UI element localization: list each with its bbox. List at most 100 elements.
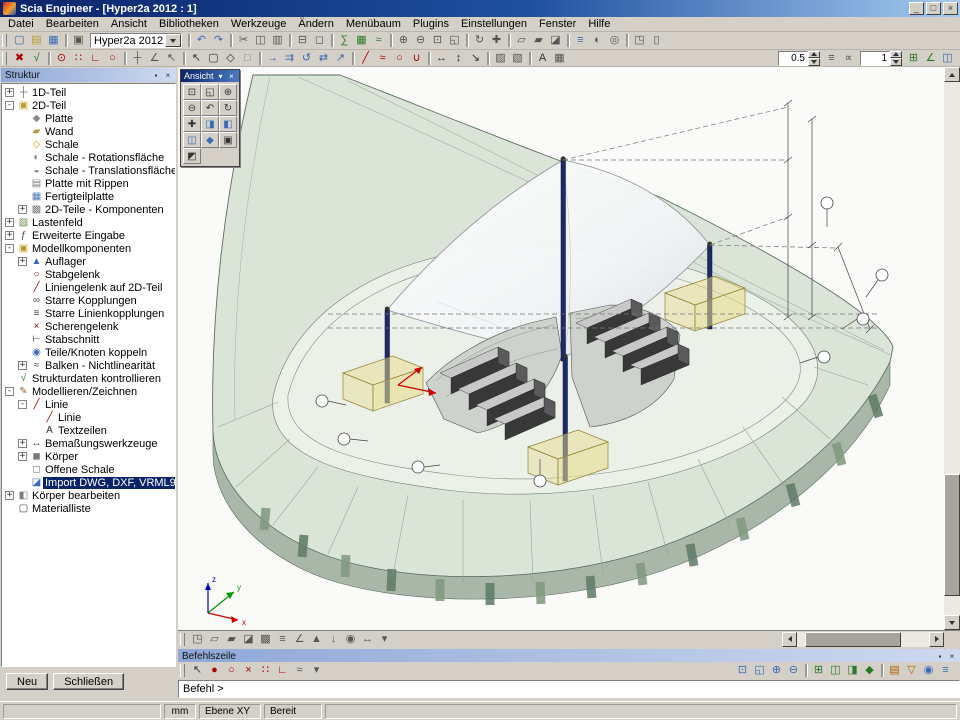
snap-grid-icon[interactable]: ∷ xyxy=(70,51,87,66)
tree-item-member-1d[interactable]: +┼1D-Teil xyxy=(2,86,175,99)
tree-item-line[interactable]: +╱Linie xyxy=(2,411,175,424)
axonometric-view-icon[interactable]: ◆ xyxy=(201,132,219,148)
tree-item-line-folder[interactable]: -╱Linie xyxy=(2,398,175,411)
text-icon[interactable]: A xyxy=(534,51,551,66)
tree-item-member-cut[interactable]: +⊢Stabschnitt xyxy=(2,333,175,346)
show-dimensions-icon[interactable]: ↔ xyxy=(359,632,376,647)
view-settings-icon[interactable]: ▣ xyxy=(219,132,237,148)
region-fill-icon[interactable]: ▧ xyxy=(509,51,526,66)
save-project-icon[interactable]: ▦ xyxy=(45,33,62,48)
horizontal-scroll-thumb[interactable] xyxy=(805,632,901,647)
menu-einstellungen[interactable]: Einstellungen xyxy=(455,18,533,30)
toolbar-grip[interactable] xyxy=(2,34,7,47)
tree-expand-toggle[interactable]: - xyxy=(5,387,14,396)
shaded-icon[interactable]: ▰ xyxy=(530,33,547,48)
vertical-scroll-track[interactable] xyxy=(944,82,960,615)
zoom-window-icon[interactable]: ◱ xyxy=(446,33,463,48)
pan-view-icon[interactable]: ✚ xyxy=(488,33,505,48)
unit-spinner-value[interactable]: 1 xyxy=(860,51,890,66)
rotate-view-icon[interactable]: ↻ xyxy=(471,33,488,48)
snap-ortho-icon[interactable]: ∟ xyxy=(87,51,104,66)
project-data-icon[interactable]: ▣ xyxy=(70,33,87,48)
visibility-icon[interactable]: ◉ xyxy=(920,663,937,678)
axes-display-icon[interactable]: ∠ xyxy=(922,51,939,66)
show-local-axes-icon[interactable]: ∠ xyxy=(291,632,308,647)
tree-item-member-hinge[interactable]: +○Stabgelenk xyxy=(2,268,175,281)
confirm-command-icon[interactable]: √ xyxy=(28,51,45,66)
tree-expand-toggle[interactable]: - xyxy=(5,101,14,110)
selection-filter-icon[interactable]: ◎ xyxy=(606,33,623,48)
menu--ndern[interactable]: Ändern xyxy=(292,18,339,30)
tree-item-shell[interactable]: +◇Schale xyxy=(2,138,175,151)
table-icon[interactable]: ▦ xyxy=(551,51,568,66)
draw-arc-icon[interactable]: ∪ xyxy=(408,51,425,66)
menu-plugins[interactable]: Plugins xyxy=(407,18,455,30)
draw-circle-icon[interactable]: ○ xyxy=(391,51,408,66)
view-top2-icon[interactable]: ⊞ xyxy=(810,663,827,678)
close-icon[interactable]: × xyxy=(162,70,174,81)
close-icon[interactable]: × xyxy=(946,651,958,662)
deselect-all-icon[interactable]: □ xyxy=(239,51,256,66)
line-style-icon[interactable]: ∝ xyxy=(840,51,857,66)
title-bar[interactable]: Scia Engineer - [Hyper2a 2012 : 1] _□× xyxy=(0,0,960,17)
tree-item-support[interactable]: +▲Auflager xyxy=(2,255,175,268)
render-wire-icon[interactable]: ▱ xyxy=(206,632,223,647)
scale-spinner-value[interactable]: 0.5 xyxy=(778,51,808,66)
app-icon[interactable] xyxy=(3,2,16,15)
snap-grid2-icon[interactable]: ∷ xyxy=(257,663,274,678)
tree-expand-toggle[interactable]: + xyxy=(5,218,14,227)
pin-icon[interactable]: ▪ xyxy=(934,651,946,662)
hidden-lines-icon[interactable]: ◪ xyxy=(547,33,564,48)
tree-item-rigid-coupling[interactable]: +∞Starre Kopplungen xyxy=(2,294,175,307)
new-project-icon[interactable]: ▢ xyxy=(11,33,28,48)
schliessen-button[interactable]: Schließen xyxy=(53,673,124,690)
tree-item-plate[interactable]: +◆Platte xyxy=(2,112,175,125)
hatch-icon[interactable]: ▨ xyxy=(492,51,509,66)
menu-bibliotheken[interactable]: Bibliotheken xyxy=(153,18,225,30)
activity-icon[interactable]: ◐ xyxy=(589,33,606,48)
zoom-window2-icon[interactable]: ◱ xyxy=(751,663,768,678)
move-icon[interactable]: → xyxy=(264,51,281,66)
view-side2-icon[interactable]: ◨ xyxy=(844,663,861,678)
close-icon[interactable]: × xyxy=(226,71,237,81)
paste-icon[interactable]: ▥ xyxy=(269,33,286,48)
scale-spinner[interactable]: 0.5 xyxy=(778,51,820,66)
view-top-icon[interactable]: ◫ xyxy=(183,132,201,148)
zoom-all-icon[interactable]: ⊡ xyxy=(183,84,201,100)
zoom-out-icon[interactable]: ⊖ xyxy=(412,33,429,48)
ucs-rotate-icon[interactable]: ∠ xyxy=(146,51,163,66)
tree-item-folder-2d[interactable]: -▣2D-Teil xyxy=(2,99,175,112)
scroll-down-icon[interactable] xyxy=(944,615,960,630)
dimension-leader-icon[interactable]: ↘ xyxy=(467,51,484,66)
viewport-vertical-scrollbar[interactable] xyxy=(944,67,960,630)
select-polygon-icon[interactable]: ◇ xyxy=(222,51,239,66)
scroll-left-icon[interactable] xyxy=(782,632,797,647)
tree-expand-toggle[interactable]: - xyxy=(18,400,27,409)
toolbar-grip[interactable] xyxy=(180,633,185,646)
tree-item-dimension-tools[interactable]: +↔Bemaßungswerkzeuge xyxy=(2,437,175,450)
toolbar-grip[interactable] xyxy=(180,664,185,677)
toolbar-grip[interactable] xyxy=(2,52,7,65)
show-volumes-icon[interactable]: ▩ xyxy=(257,632,274,647)
scroll-right-icon[interactable] xyxy=(929,632,944,647)
copy-icon[interactable]: ◫ xyxy=(252,33,269,48)
tree-item-modelling-drawing[interactable]: -✎Modellieren/Zeichnen xyxy=(2,385,175,398)
neu-button[interactable]: Neu xyxy=(6,673,48,690)
spin-up-icon[interactable] xyxy=(808,51,820,59)
tree-item-precast-plate[interactable]: +▦Fertigteilplatte xyxy=(2,190,175,203)
stretch-icon[interactable]: ↗ xyxy=(332,51,349,66)
dimension-vertical-icon[interactable]: ↕ xyxy=(450,51,467,66)
tree-item-import-dwg[interactable]: +◪Import DWG, DXF, VRML97 xyxy=(2,476,175,489)
window-tile-icon[interactable]: ◫ xyxy=(939,51,956,66)
project-combo[interactable]: Hyper2a 2012 xyxy=(90,33,182,48)
struktur-panel-header[interactable]: Struktur ▪× xyxy=(1,68,176,82)
zoom-out2-icon[interactable]: ⊖ xyxy=(785,663,802,678)
cut-icon[interactable]: ✂ xyxy=(235,33,252,48)
zoom-all-icon[interactable]: ⊡ xyxy=(429,33,446,48)
zoom-in-icon[interactable]: ⊕ xyxy=(219,84,237,100)
layers2-icon[interactable]: ≡ xyxy=(937,663,954,678)
tree-expand-toggle[interactable]: + xyxy=(18,439,27,448)
tree-expand-toggle[interactable]: + xyxy=(18,361,27,370)
clipping-box-icon[interactable]: ▯ xyxy=(648,33,665,48)
select-cursor-icon[interactable]: ↖ xyxy=(188,51,205,66)
